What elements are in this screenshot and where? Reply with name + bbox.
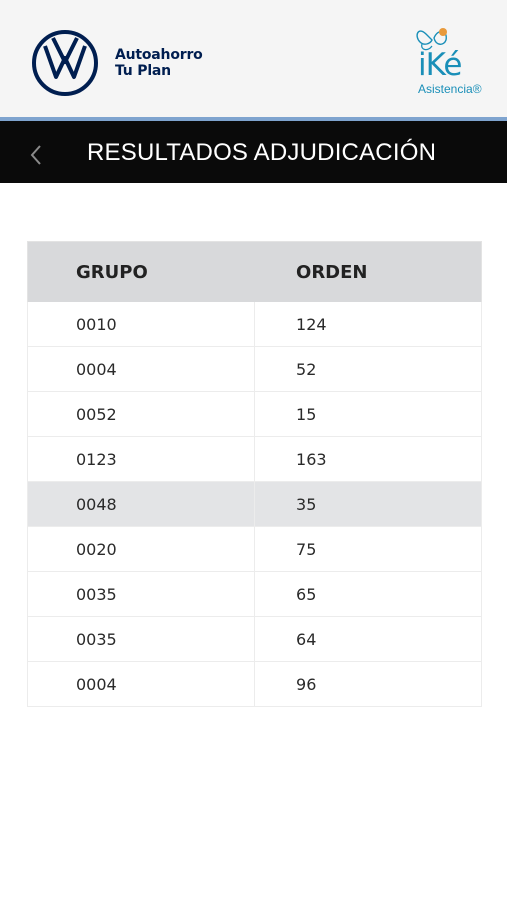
app-header: Autoahorro Tu Plan iKé Asistencia® bbox=[0, 0, 507, 117]
column-header-grupo: GRUPO bbox=[76, 262, 148, 283]
table-row: 0052 15 bbox=[27, 392, 482, 437]
cell-orden: 96 bbox=[296, 675, 317, 694]
cell-grupo: 0004 bbox=[28, 347, 256, 391]
table-header: GRUPO ORDEN bbox=[27, 241, 482, 302]
table-row: 0004 52 bbox=[27, 347, 482, 392]
cell-grupo: 0035 bbox=[28, 617, 256, 661]
table-row: 0035 64 bbox=[27, 617, 482, 662]
cell-orden: 124 bbox=[296, 315, 327, 334]
brand-name: Autoahorro Tu Plan bbox=[115, 47, 203, 79]
table-row: 0004 96 bbox=[27, 662, 482, 707]
ike-subtitle: Asistencia® bbox=[418, 82, 482, 96]
cell-orden: 35 bbox=[296, 495, 317, 514]
cell-grupo: 0020 bbox=[28, 527, 256, 571]
results-table: GRUPO ORDEN 0010 124 0004 52 0052 15 012… bbox=[27, 241, 482, 707]
brand-line-2: Tu Plan bbox=[115, 63, 171, 79]
page-title: RESULTADOS ADJUDICACIÓN bbox=[87, 139, 437, 166]
column-header-orden: ORDEN bbox=[296, 262, 368, 283]
cell-orden: 163 bbox=[296, 450, 327, 469]
cell-grupo: 0010 bbox=[28, 302, 256, 346]
cell-grupo: 0004 bbox=[28, 662, 256, 706]
ike-wordmark: iKé bbox=[418, 47, 462, 83]
cell-orden: 64 bbox=[296, 630, 317, 649]
vw-logo-icon bbox=[32, 30, 98, 96]
cell-orden: 75 bbox=[296, 540, 317, 559]
cell-orden: 65 bbox=[296, 585, 317, 604]
chevron-left-icon[interactable] bbox=[27, 144, 45, 166]
table-row: 0010 124 bbox=[27, 302, 482, 347]
cell-grupo: 0123 bbox=[28, 437, 256, 481]
table-row: 0035 65 bbox=[27, 572, 482, 617]
cell-orden: 52 bbox=[296, 360, 317, 379]
cell-grupo: 0052 bbox=[28, 392, 256, 436]
table-row: 0020 75 bbox=[27, 527, 482, 572]
table-row-highlighted: 0048 35 bbox=[27, 482, 482, 527]
table-row: 0123 163 bbox=[27, 437, 482, 482]
cell-grupo: 0035 bbox=[28, 572, 256, 616]
cell-grupo: 0048 bbox=[28, 482, 256, 526]
cell-orden: 15 bbox=[296, 405, 317, 424]
brand-line-1: Autoahorro bbox=[115, 47, 203, 63]
